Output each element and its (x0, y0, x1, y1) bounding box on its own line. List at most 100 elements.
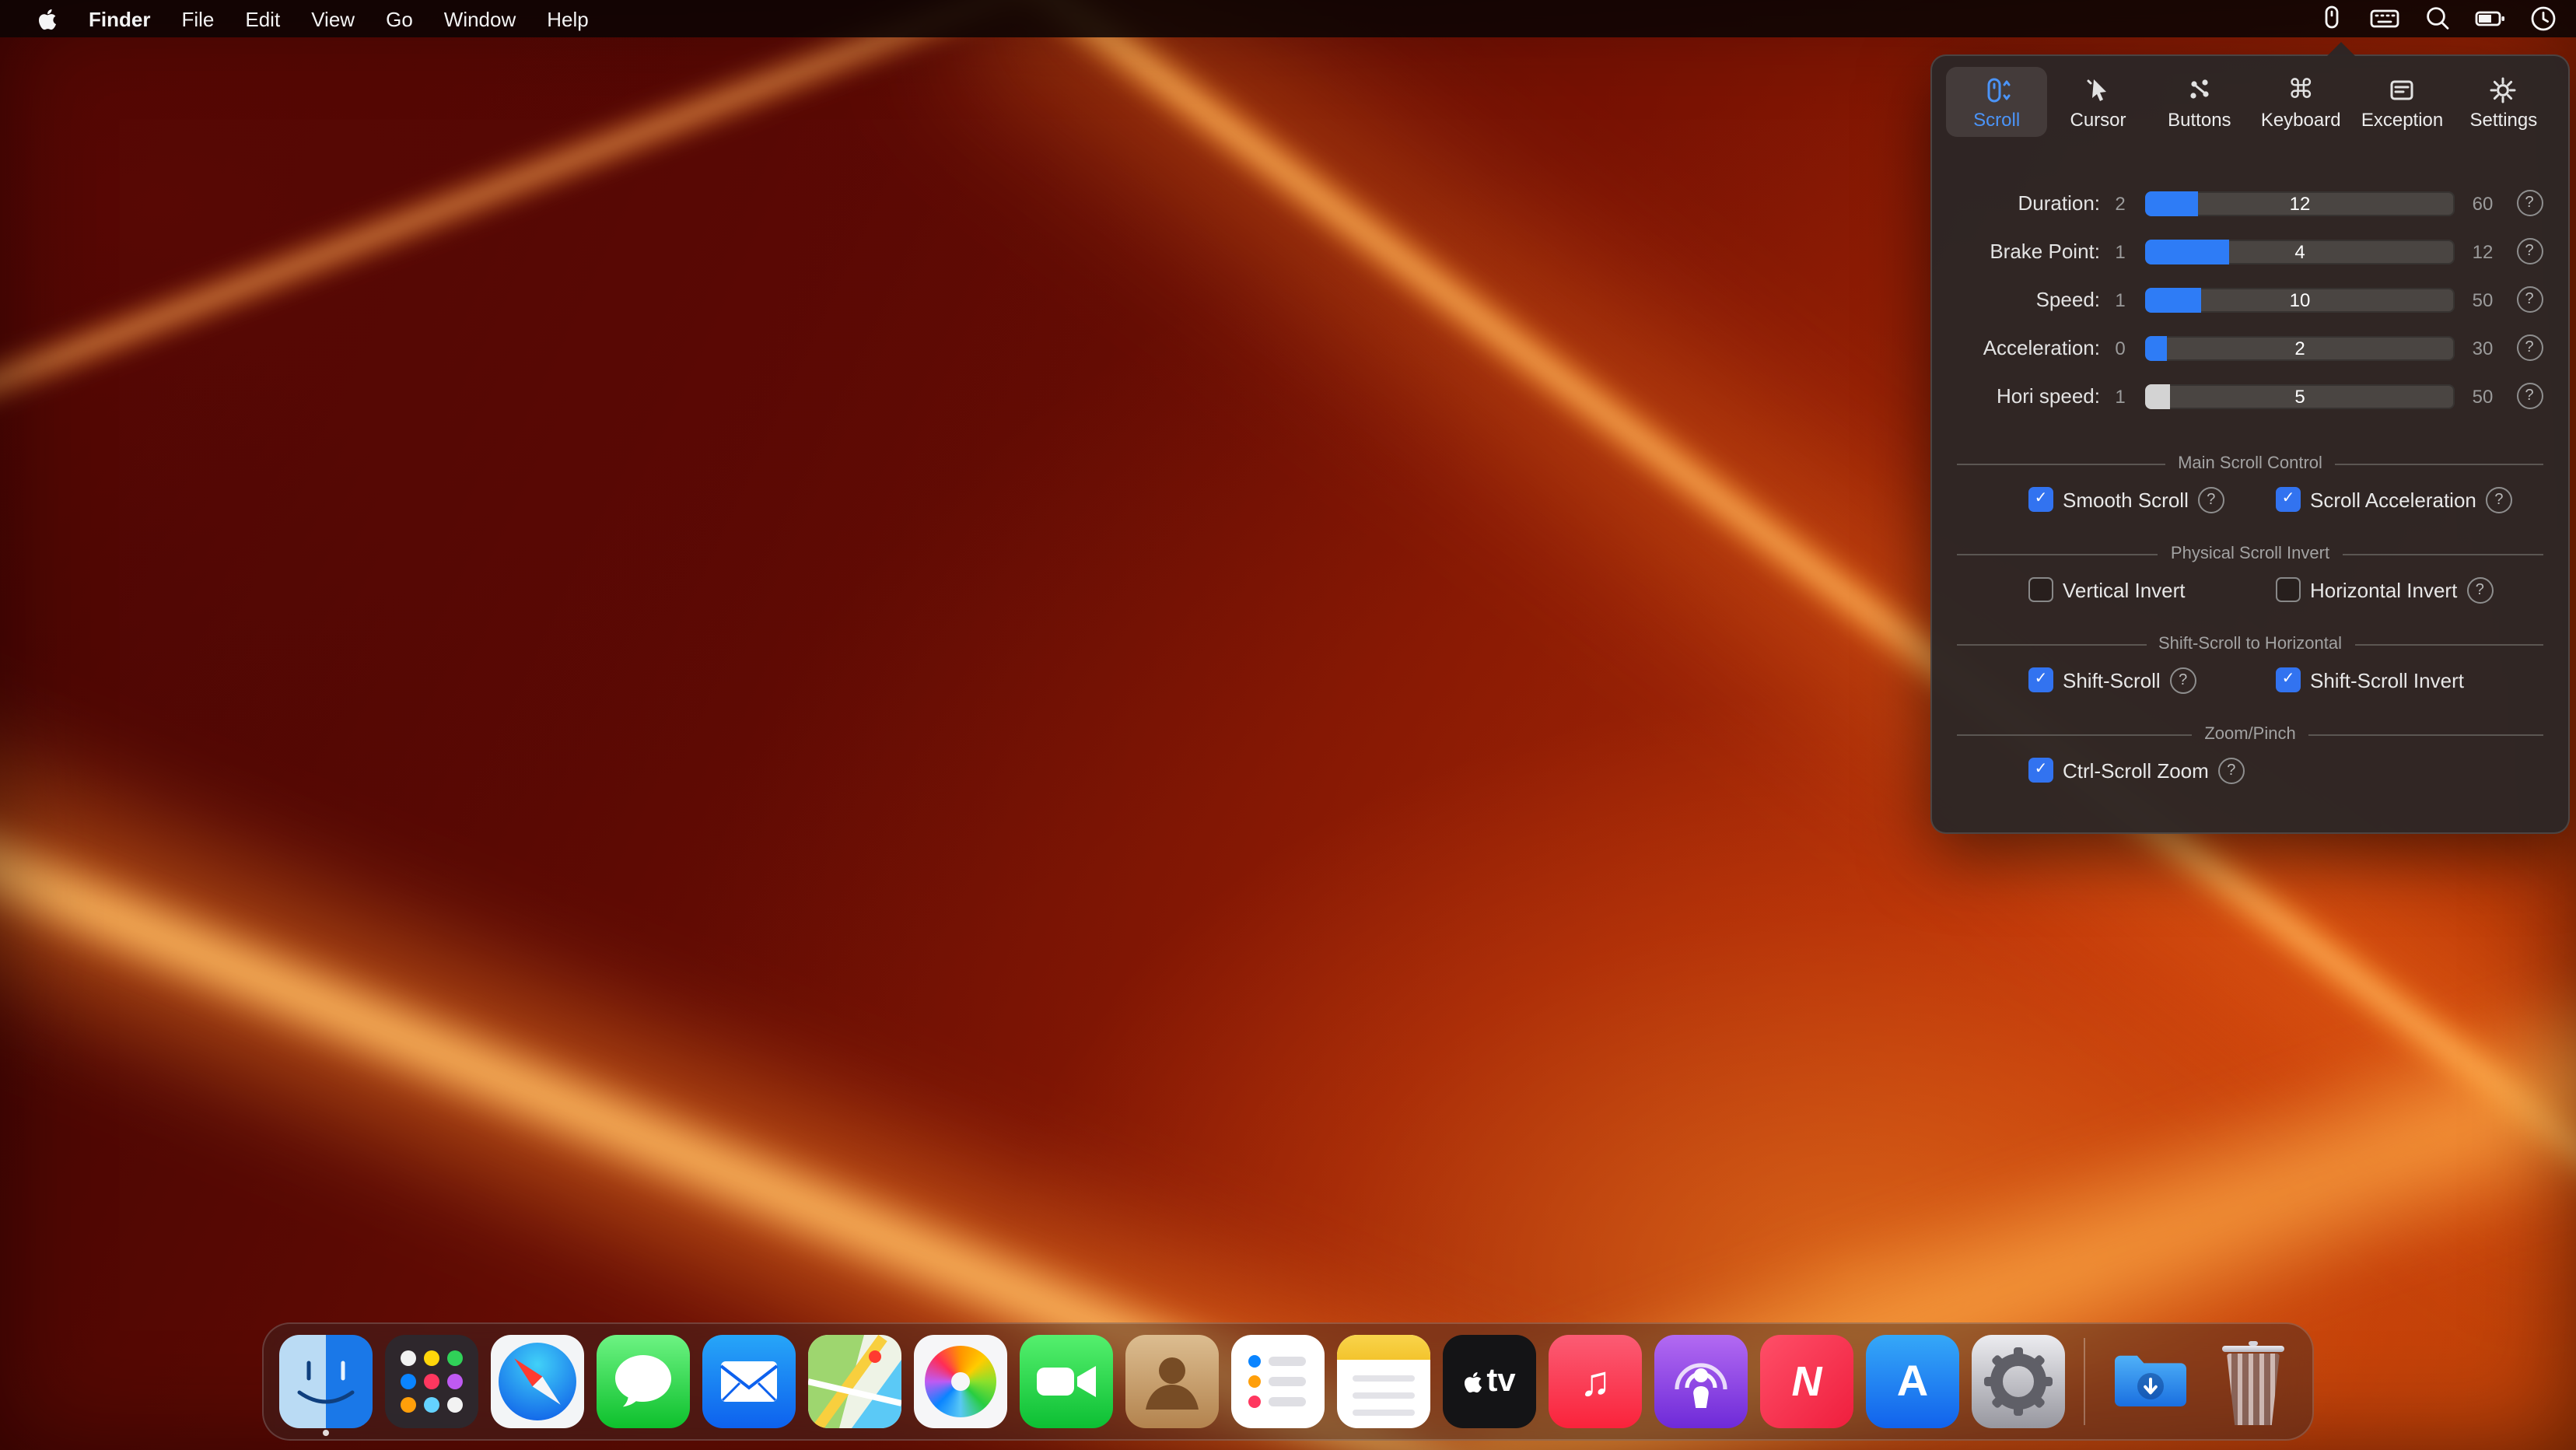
desktop: Finder File Edit View Go Window Help (0, 0, 2576, 1450)
menu-window[interactable]: Window (429, 0, 532, 37)
menu-bar-left: Finder File Edit View Go Window Help (0, 0, 604, 37)
vertical-invert-checkbox[interactable] (2028, 577, 2053, 602)
dock-downloads-folder-icon[interactable] (2104, 1335, 2197, 1428)
tab-scroll[interactable]: Scroll (1946, 67, 2047, 137)
dock-finder-icon[interactable] (279, 1335, 373, 1428)
slider-max: 12 (2459, 240, 2506, 262)
checkbox-label: Ctrl-Scroll Zoom (2063, 758, 2209, 782)
help-icon[interactable]: ? (2516, 190, 2543, 216)
scroll-tab-icon (1981, 75, 2012, 106)
dock-contacts-icon[interactable] (1125, 1335, 1219, 1428)
slider-row-speed: Speed: 1 10 50 ? (1932, 275, 2568, 324)
apple-menu[interactable] (19, 7, 73, 30)
slider-value: 10 (2145, 287, 2455, 312)
slider-row-duration: Duration: 2 12 60 ? (1932, 179, 2568, 227)
slider-max: 50 (2459, 385, 2506, 407)
dock-launchpad-icon[interactable] (385, 1335, 478, 1428)
help-icon[interactable]: ? (2218, 757, 2245, 783)
dock-maps-icon[interactable] (808, 1335, 901, 1428)
help-icon[interactable]: ? (2198, 486, 2224, 513)
tab-label: Scroll (1973, 109, 2020, 131)
slider-min: 1 (2100, 289, 2140, 310)
dock-news-icon[interactable]: N (1760, 1335, 1853, 1428)
menu-app-name[interactable]: Finder (73, 0, 166, 37)
slider-max: 60 (2459, 192, 2506, 214)
section-zoom-pinch: Zoom/Pinch (1957, 725, 2543, 744)
exception-tab-icon (2387, 75, 2418, 106)
slider-min: 1 (2100, 385, 2140, 407)
brake-point-slider[interactable]: 4 (2145, 239, 2455, 264)
tab-label: Exception (2361, 109, 2443, 131)
slider-min: 2 (2100, 192, 2140, 214)
dock-notes-icon[interactable] (1337, 1335, 1430, 1428)
checkbox-row: Shift-Scroll ? Shift-Scroll Invert (1932, 657, 2568, 703)
speed-slider[interactable]: 10 (2145, 287, 2455, 312)
duration-slider[interactable]: 12 (2145, 191, 2455, 215)
slider-min: 0 (2100, 337, 2140, 359)
dock-messages-icon[interactable] (597, 1335, 690, 1428)
dock-tv-icon[interactable]: tv (1443, 1335, 1536, 1428)
acceleration-slider[interactable]: 2 (2145, 335, 2455, 360)
tab-buttons[interactable]: Buttons (2149, 67, 2250, 137)
scroll-acceleration-checkbox[interactable] (2276, 487, 2301, 512)
help-icon[interactable]: ? (2516, 286, 2543, 313)
shift-scroll-checkbox[interactable] (2028, 667, 2053, 692)
section-physical-scroll-invert: Physical Scroll Invert (1957, 545, 2543, 563)
slider-group: Duration: 2 12 60 ? Brake Point: 1 4 12 … (1932, 179, 2568, 420)
tab-cursor[interactable]: Cursor (2047, 67, 2148, 137)
dock-podcasts-icon[interactable] (1654, 1335, 1748, 1428)
menu-view[interactable]: View (296, 0, 370, 37)
help-icon[interactable]: ? (2516, 334, 2543, 361)
ctrl-scroll-zoom-checkbox[interactable] (2028, 758, 2053, 783)
apple-logo-icon (37, 7, 58, 30)
shift-scroll-invert-checkbox[interactable] (2276, 667, 2301, 692)
menu-bar: Finder File Edit View Go Window Help (0, 0, 2576, 37)
slider-row-acceleration: Acceleration: 0 2 30 ? (1932, 324, 2568, 372)
search-icon[interactable] (2420, 2, 2455, 36)
menu-edit[interactable]: Edit (229, 0, 296, 37)
help-icon[interactable]: ? (2516, 238, 2543, 264)
command-icon: ⌘ (2287, 75, 2314, 106)
help-icon[interactable]: ? (2466, 576, 2493, 603)
help-icon[interactable]: ? (2170, 667, 2196, 693)
slider-label: Brake Point: (1935, 240, 2100, 263)
keyboard-viewer-icon[interactable] (2368, 2, 2402, 36)
horizontal-invert-checkbox[interactable] (2276, 577, 2301, 602)
checkbox-label: Smooth Scroll (2063, 488, 2189, 511)
battery-icon[interactable] (2473, 2, 2508, 36)
tab-label: Keyboard (2261, 109, 2341, 131)
slider-row-brake-point: Brake Point: 1 4 12 ? (1932, 227, 2568, 275)
slider-max: 30 (2459, 337, 2506, 359)
checkbox-label: Horizontal Invert (2310, 578, 2457, 601)
dock-mail-icon[interactable] (702, 1335, 796, 1428)
section-main-scroll-control: Main Scroll Control (1957, 454, 2543, 473)
mouse-icon[interactable] (2315, 2, 2349, 36)
checkbox-label: Vertical Invert (2063, 578, 2186, 601)
menu-bar-status-area (2315, 2, 2576, 36)
dock-music-icon[interactable]: ♫ (1549, 1335, 1642, 1428)
dock-facetime-icon[interactable] (1020, 1335, 1113, 1428)
menu-go[interactable]: Go (370, 0, 429, 37)
dock-system-settings-icon[interactable] (1972, 1335, 2065, 1428)
hori-speed-slider[interactable]: 5 (2145, 384, 2455, 408)
tab-settings[interactable]: Settings (2453, 67, 2554, 137)
dock-safari-icon[interactable] (491, 1335, 584, 1428)
smooth-scroll-checkbox[interactable] (2028, 487, 2053, 512)
dock-trash-icon[interactable] (2210, 1335, 2297, 1428)
dock-reminders-icon[interactable] (1231, 1335, 1325, 1428)
checkbox-label: Shift-Scroll (2063, 668, 2161, 692)
clock-icon[interactable] (2526, 2, 2560, 36)
gear-icon (2488, 75, 2519, 106)
menu-file[interactable]: File (166, 0, 229, 37)
dock-app-store-icon[interactable]: A (1866, 1335, 1959, 1428)
tab-keyboard[interactable]: ⌘ Keyboard (2250, 67, 2351, 137)
slider-label: Hori speed: (1935, 384, 2100, 408)
dock-photos-icon[interactable] (914, 1335, 1007, 1428)
menu-help[interactable]: Help (531, 0, 604, 37)
finder-running-indicator (323, 1430, 329, 1436)
help-icon[interactable]: ? (2486, 486, 2512, 513)
tab-label: Cursor (2070, 109, 2126, 131)
tab-exception[interactable]: Exception (2351, 67, 2452, 137)
checkbox-label: Scroll Acceleration (2310, 488, 2476, 511)
help-icon[interactable]: ? (2516, 383, 2543, 409)
